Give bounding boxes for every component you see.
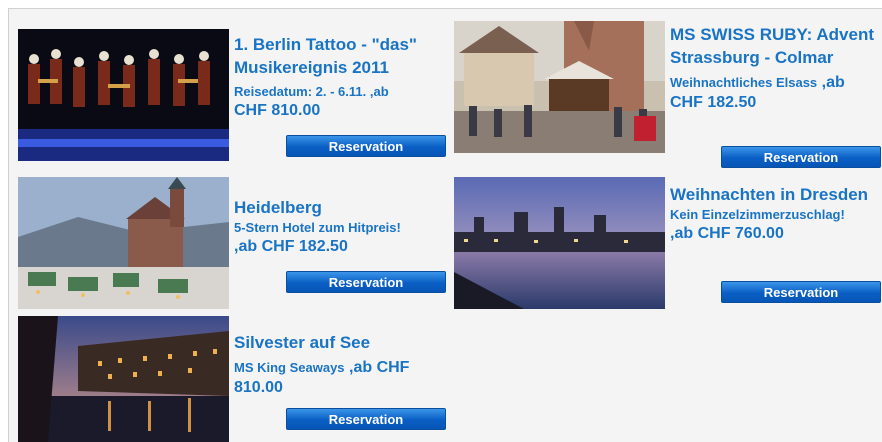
offer-text-berlin: 1. Berlin Tattoo - "das" Musikereignis 2… — [234, 33, 452, 121]
dresden-photo[interactable] — [454, 177, 665, 309]
offer-title[interactable]: Weihnachten in Dresden — [670, 183, 882, 206]
strassburg-market-photo[interactable] — [454, 21, 665, 153]
heidelberg-photo[interactable] — [18, 177, 229, 309]
offer-text-heidelberg: Heidelberg 5-Stern Hotel zum Hitpreis! ,… — [234, 196, 452, 257]
silvester-canal-photo[interactable] — [18, 316, 229, 442]
offer-price: CHF 182.50 — [261, 238, 348, 255]
offer-subtitle: MS King Seaways — [234, 360, 345, 375]
offer-price: CHF 810.00 — [234, 102, 321, 119]
offer-text-dresden: Weihnachten in Dresden Kein Einzelzimmer… — [670, 183, 882, 244]
offer-text-swiss-ruby: MS SWISS RUBY: Advent Strassburg - Colma… — [670, 23, 882, 113]
reservation-button[interactable]: Reservation — [721, 281, 881, 303]
offers-panel: 1. Berlin Tattoo - "das" Musikereignis 2… — [8, 8, 882, 442]
reservation-button[interactable]: Reservation — [721, 146, 881, 168]
offer-subtitle: Kein Einzelzimmerzuschlag! — [670, 207, 845, 222]
offer-price-prefix: ,ab — [817, 74, 845, 91]
offer-price-prefix: ,ab — [670, 225, 694, 242]
offer-price-prefix: ,ab — [344, 359, 373, 376]
offer-subtitle: 5-Stern Hotel zum Hitpreis! — [234, 220, 401, 235]
reservation-button[interactable]: Reservation — [286, 271, 446, 293]
offer-price-prefix: ,ab — [366, 84, 389, 99]
offer-title[interactable]: MS SWISS RUBY: Advent Strassburg - Colma… — [670, 23, 882, 69]
berlin-tattoo-photo[interactable] — [18, 29, 229, 161]
offer-price: CHF 760.00 — [697, 225, 784, 242]
offer-title[interactable]: 1. Berlin Tattoo - "das" Musikereignis 2… — [234, 33, 452, 79]
offer-subtitle: Weihnachtliches Elsass — [670, 75, 818, 90]
offer-price: CHF 182.50 — [670, 94, 757, 111]
reservation-button[interactable]: Reservation — [286, 408, 446, 430]
offer-title[interactable]: Silvester auf See — [234, 331, 454, 354]
reservation-button[interactable]: Reservation — [286, 135, 446, 157]
offer-text-silvester: Silvester auf See MS King Seaways ,ab CH… — [234, 331, 454, 398]
offer-subtitle: Reisedatum: 2. - 6.11. — [234, 84, 367, 99]
offer-price-prefix: ,ab — [234, 238, 258, 255]
offer-title[interactable]: Heidelberg — [234, 196, 452, 219]
